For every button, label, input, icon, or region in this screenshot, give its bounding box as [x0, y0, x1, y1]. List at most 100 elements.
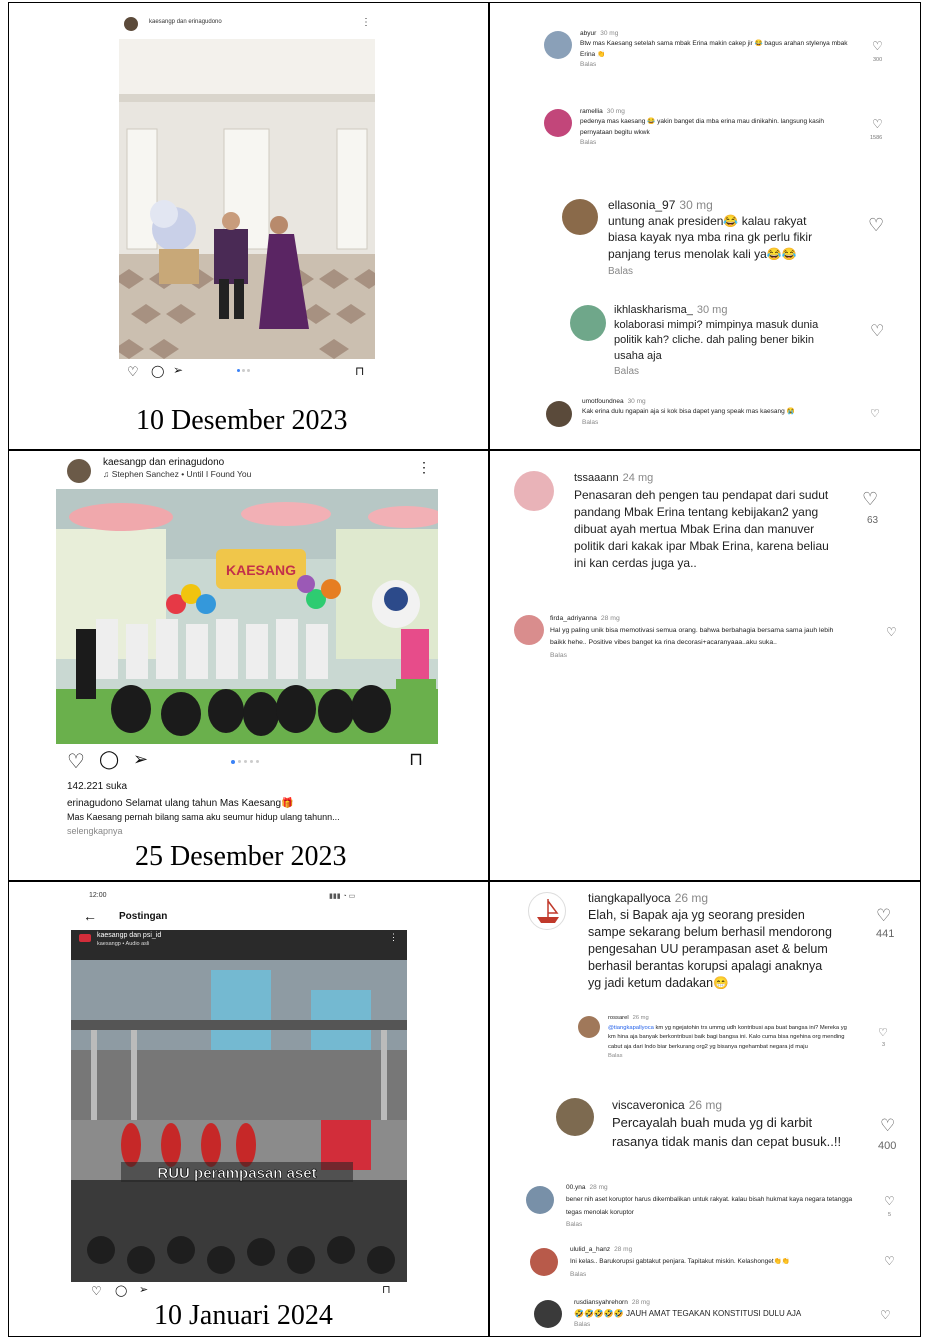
- avatar[interactable]: [544, 31, 572, 59]
- heart-icon[interactable]: ♡: [91, 1284, 102, 1298]
- avatar[interactable]: [514, 615, 544, 645]
- post-photo[interactable]: KAESANG: [56, 489, 438, 744]
- comment-icon[interactable]: ◯: [99, 749, 119, 770]
- heart-icon[interactable]: ♡: [870, 321, 884, 341]
- heart-icon[interactable]: ♡: [868, 215, 884, 236]
- heart-icon[interactable]: ♡: [878, 1026, 888, 1039]
- comment-icon[interactable]: ◯: [115, 1284, 127, 1297]
- avatar[interactable]: [67, 459, 91, 483]
- post-header[interactable]: kaesangp dan psi_id: [97, 932, 161, 939]
- comment-reply: rossarel 26 mg @tiangkapallyoca km yg nge…: [608, 1014, 852, 1062]
- bookmark-icon[interactable]: ⊓: [382, 1283, 391, 1296]
- comment-text: 🤣🤣🤣🤣🤣 JAUH AMAT TEGAKAN KONSTITUSI DULU …: [574, 1308, 802, 1318]
- caption-text: Selamat ulang tahun Mas Kaesang🎁: [125, 798, 294, 809]
- share-icon[interactable]: ➢: [133, 749, 148, 770]
- avatar[interactable]: [530, 1248, 558, 1276]
- comment-text: untung anak presiden😂 kalau rakyat biasa…: [608, 214, 813, 261]
- date-caption: 25 Desember 2023: [135, 841, 347, 872]
- comment-username[interactable]: umotfoundnea: [582, 398, 624, 405]
- comments-cell-3: tiangkapallyoca 26 mg Elah, si Bapak aja …: [490, 882, 921, 1338]
- avatar[interactable]: [546, 401, 572, 427]
- comment-time: 28 mg: [614, 1246, 633, 1253]
- heart-icon[interactable]: ♡: [862, 489, 878, 510]
- comment-icon[interactable]: ◯: [151, 364, 164, 378]
- comment-username[interactable]: firda_adriyanna: [550, 615, 597, 622]
- heart-icon[interactable]: ♡: [884, 1254, 895, 1268]
- avatar[interactable]: [534, 1300, 562, 1328]
- avatar[interactable]: [570, 305, 606, 341]
- comment-username[interactable]: viscaveronica: [612, 1098, 685, 1112]
- comment-username[interactable]: ellasonia_97: [608, 198, 675, 212]
- reply-button[interactable]: Balas: [570, 1271, 586, 1278]
- more-link[interactable]: selengkapnya: [67, 826, 123, 836]
- reply-button[interactable]: Balas: [550, 652, 567, 659]
- share-icon[interactable]: ➢: [139, 1283, 148, 1296]
- avatar[interactable]: [556, 1098, 594, 1136]
- caption-username[interactable]: erinagudono: [67, 798, 123, 809]
- comment-username[interactable]: ikhlaskharisma_: [614, 304, 693, 316]
- comment-text: Hal yg paling unik bisa memotivasi semua…: [550, 627, 834, 647]
- bookmark-icon[interactable]: ⊓: [409, 749, 423, 770]
- reply-button[interactable]: Balas: [608, 266, 633, 277]
- reply-button[interactable]: Balas: [574, 1321, 590, 1328]
- comment-time: 28 mg: [600, 615, 620, 622]
- avatar[interactable]: [79, 934, 91, 942]
- heart-icon[interactable]: ♡: [880, 1116, 895, 1136]
- avatar[interactable]: [124, 17, 138, 31]
- bookmark-icon[interactable]: ⊓: [355, 364, 364, 378]
- avatar[interactable]: [514, 471, 554, 511]
- carousel-dots: [231, 760, 271, 764]
- comment-username[interactable]: rusdiansyahrehorn: [574, 1299, 628, 1306]
- avatar[interactable]: [544, 109, 572, 137]
- share-icon[interactable]: ➢: [173, 363, 183, 377]
- comment-time: 26 mg: [674, 891, 709, 905]
- more-icon[interactable]: ⋮: [361, 17, 371, 28]
- reply-button[interactable]: Balas: [614, 366, 639, 377]
- comment-username[interactable]: rossarel: [608, 1015, 629, 1021]
- more-icon[interactable]: ⋮: [389, 932, 398, 943]
- heart-icon[interactable]: ♡: [872, 117, 883, 131]
- avatar[interactable]: [526, 1186, 554, 1214]
- comment-time: 26 mg: [688, 1098, 723, 1112]
- status-icons: ▮▮▮ ◔ ▭: [329, 893, 356, 900]
- comment-time: 30 mg: [679, 198, 713, 212]
- heart-icon[interactable]: ♡: [884, 1194, 895, 1208]
- reply-button[interactable]: Balas: [566, 1221, 582, 1228]
- reply-button[interactable]: Balas: [580, 61, 596, 68]
- music-label[interactable]: ♫ Stephen Sanchez • Until I Found You: [103, 469, 251, 479]
- comment-text: Ini kelas.. Barukorupsi gabtakut penjara…: [570, 1258, 790, 1266]
- avatar[interactable]: [562, 199, 598, 235]
- heart-icon[interactable]: ♡: [880, 1308, 891, 1322]
- post-header[interactable]: kaesangp dan erinagudono: [103, 457, 224, 468]
- comment-text: bener nih aset koruptor harus dikembalik…: [566, 1196, 853, 1216]
- post-video[interactable]: RUU perampasan aset: [71, 930, 407, 1282]
- comment-time: 30 mg: [600, 30, 619, 37]
- reply-button[interactable]: Balas: [580, 139, 596, 146]
- reply-button[interactable]: Balas: [608, 1053, 623, 1059]
- heart-icon[interactable]: ♡: [127, 364, 139, 380]
- heart-icon[interactable]: ♡: [886, 625, 897, 639]
- post-header[interactable]: kaesangp dan erinagudono: [149, 19, 222, 25]
- comment-username[interactable]: tiangkapallyoca: [588, 891, 671, 905]
- more-icon[interactable]: ⋮: [417, 459, 431, 476]
- comment-time: 30 mg: [627, 398, 646, 405]
- mention-link[interactable]: @tiangkapallyoca: [608, 1025, 654, 1031]
- comment-username[interactable]: tssaaann: [574, 472, 619, 484]
- post-photo[interactable]: [119, 39, 375, 359]
- comment: rusdiansyahrehorn 28 mg 🤣🤣🤣🤣🤣 JAUH AMAT T…: [574, 1298, 874, 1330]
- reply-button[interactable]: Balas: [582, 419, 598, 426]
- comment-username[interactable]: ramellia: [580, 108, 603, 115]
- comment-username[interactable]: ululid_a_hanz: [570, 1246, 610, 1253]
- heart-icon[interactable]: ♡: [876, 906, 891, 926]
- back-arrow-icon[interactable]: ←: [83, 908, 97, 924]
- comment-username[interactable]: abyur: [580, 30, 596, 37]
- heart-icon[interactable]: ♡: [872, 39, 883, 53]
- avatar[interactable]: [578, 1016, 600, 1038]
- heart-icon[interactable]: ♡: [67, 749, 85, 774]
- heart-icon[interactable]: ♡: [870, 407, 880, 420]
- like-count[interactable]: 142.221 suka: [67, 781, 127, 792]
- comment-username[interactable]: 00.yna: [566, 1184, 586, 1191]
- avatar[interactable]: [528, 892, 566, 930]
- date-caption: 10 Desember 2023: [136, 405, 348, 436]
- audio-label[interactable]: kaesangp • Audio asli: [97, 941, 149, 947]
